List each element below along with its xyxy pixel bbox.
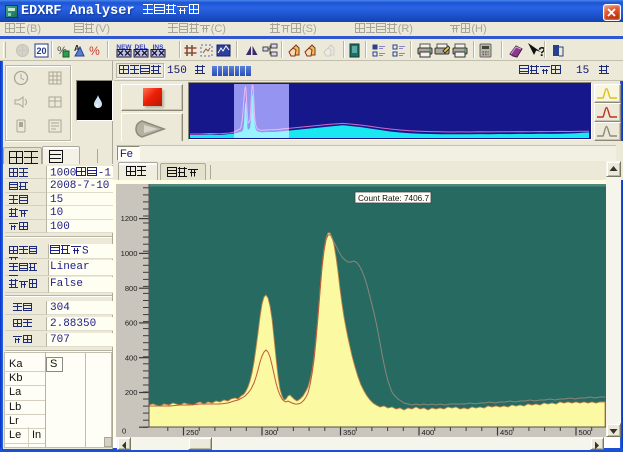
svg-text:400: 400 [422,428,435,437]
svg-text:300: 300 [265,428,278,437]
svg-text:?: ? [538,44,544,59]
svg-text:0: 0 [122,427,126,436]
svg-text:200: 200 [125,388,138,397]
svg-text:800: 800 [125,284,138,293]
svg-text:350: 350 [343,428,356,437]
svg-text:250: 250 [186,428,199,437]
svg-text:500: 500 [579,428,592,437]
svg-text:450: 450 [500,428,513,437]
svg-text:1000: 1000 [121,249,138,258]
svg-text:1200: 1200 [121,214,138,223]
svg-text:Count Rate: 7406.7: Count Rate: 7406.7 [358,194,429,203]
svg-text:600: 600 [125,319,138,328]
svg-text:400: 400 [125,353,138,362]
